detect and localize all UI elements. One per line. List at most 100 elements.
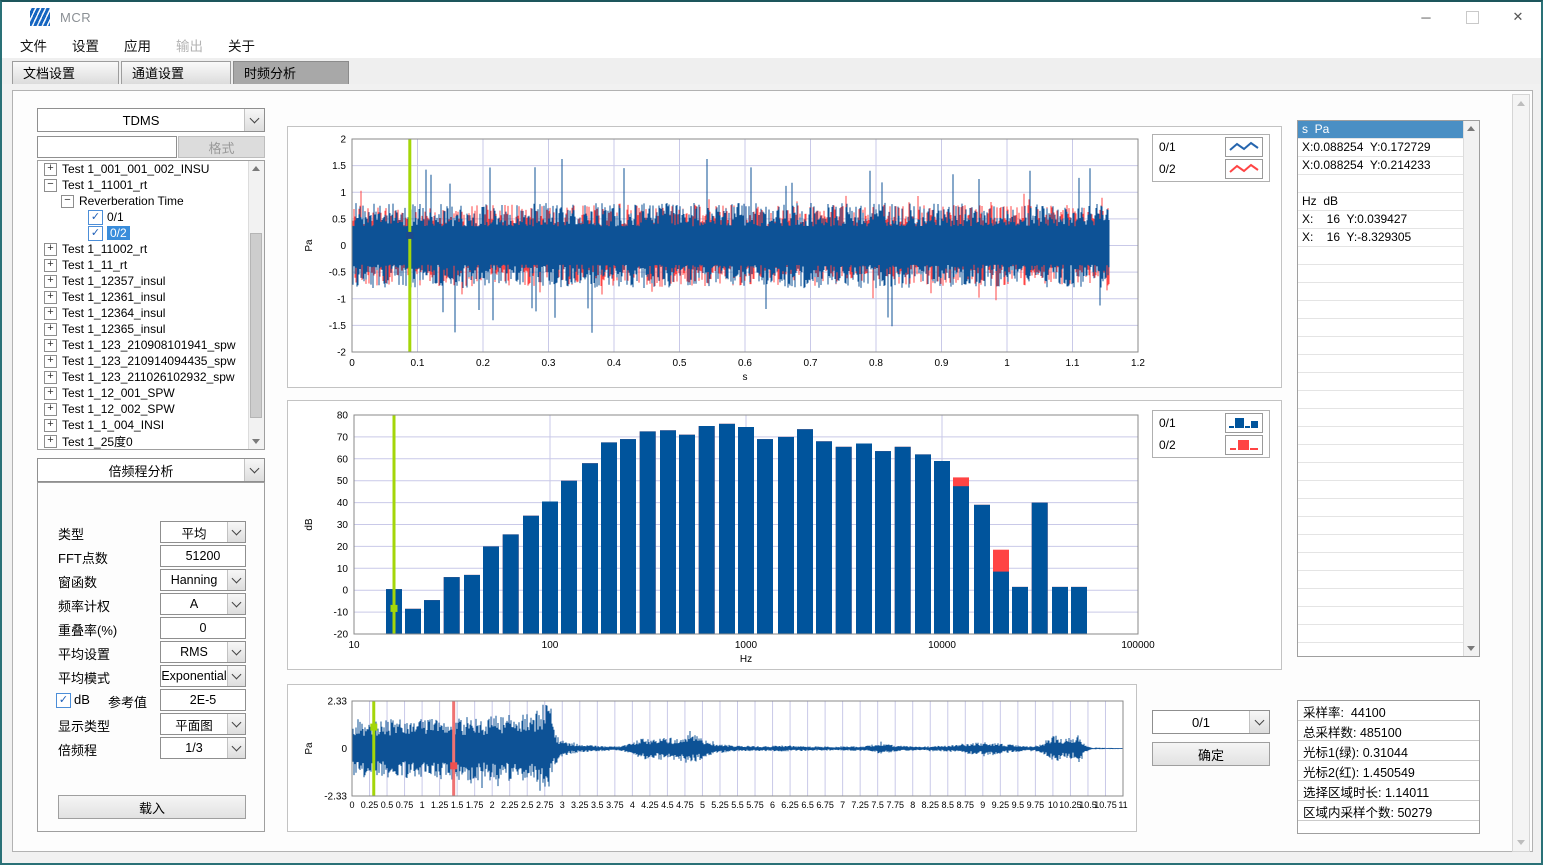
- reading-row-empty[interactable]: [1298, 283, 1464, 301]
- reading-row-empty[interactable]: [1298, 391, 1464, 409]
- tree-item-label[interactable]: Reverberation Time: [79, 194, 184, 208]
- tree-item[interactable]: + Test 1_123_211026102932_spw: [38, 369, 249, 385]
- expand-icon[interactable]: +: [44, 403, 57, 416]
- tree-item-label[interactable]: 0/2: [107, 226, 130, 240]
- display-type-select[interactable]: 平面图: [160, 713, 246, 735]
- menu-item-output[interactable]: 输出: [172, 33, 210, 57]
- db-reference-input[interactable]: 2E-5: [160, 689, 246, 711]
- expand-icon[interactable]: +: [44, 323, 57, 336]
- reading-row-empty[interactable]: [1298, 319, 1464, 337]
- octave-spectrum-chart[interactable]: 80706050403020100-10-2010100100010000100…: [288, 401, 1281, 669]
- tree-item[interactable]: −Reverberation Time: [38, 193, 249, 209]
- reading-row-empty[interactable]: [1298, 553, 1464, 571]
- reading-row-empty[interactable]: [1298, 427, 1464, 445]
- scroll-up-icon[interactable]: [249, 161, 263, 176]
- tree-item-label[interactable]: Test 1_12_001_SPW: [62, 386, 175, 400]
- reading-row[interactable]: s Pa: [1298, 121, 1464, 139]
- tree-item[interactable]: + Test 1_12_002_SPW: [38, 401, 249, 417]
- tree-item-label[interactable]: Test 1_12357_insul: [62, 274, 165, 288]
- expand-icon[interactable]: +: [44, 259, 57, 272]
- channel-checkbox[interactable]: ✓: [88, 210, 103, 225]
- tree-item-label[interactable]: Test 1_12361_insul: [62, 290, 165, 304]
- tab-document-settings[interactable]: 文档设置: [12, 61, 119, 84]
- time-waveform-chart[interactable]: 00.10.20.30.40.50.60.70.80.911.11.221.51…: [288, 127, 1281, 387]
- tree-item[interactable]: +Test 1_001_001_002_INSU: [38, 161, 249, 177]
- scroll-down-icon[interactable]: [1464, 641, 1478, 656]
- chevron-down-icon[interactable]: [244, 459, 264, 481]
- reading-row-empty[interactable]: [1298, 517, 1464, 535]
- menu-item-file[interactable]: 文件: [16, 33, 54, 57]
- reading-row-empty[interactable]: [1298, 265, 1464, 283]
- expand-icon[interactable]: +: [44, 307, 57, 320]
- collapse-icon[interactable]: −: [61, 195, 74, 208]
- overlap-input[interactable]: 0: [160, 617, 246, 639]
- tree-item[interactable]: + Test 1_12364_insul: [38, 305, 249, 321]
- reading-row-empty[interactable]: [1298, 337, 1464, 355]
- file-format-select[interactable]: TDMS: [37, 108, 265, 132]
- reading-row[interactable]: Hz dB: [1298, 193, 1464, 211]
- tree-item-label[interactable]: Test 1_123_211026102932_spw: [62, 370, 235, 384]
- window-function-select[interactable]: Hanning: [160, 569, 246, 591]
- tree-item[interactable]: +Test 1_1_004_INSI: [38, 417, 249, 433]
- average-mode-select[interactable]: Exponential: [160, 665, 246, 687]
- expand-icon[interactable]: +: [44, 339, 57, 352]
- record-overview-chart[interactable]: 00.250.50.7511.251.51.7522.252.52.7533.2…: [288, 685, 1136, 831]
- analysis-type-select[interactable]: 倍频程分析: [37, 458, 265, 482]
- tree-item[interactable]: +Test 1_123_210914094435_spw: [38, 353, 249, 369]
- fft-points-input[interactable]: 51200: [160, 545, 246, 567]
- type-select[interactable]: 平均: [160, 521, 246, 543]
- chevron-down-icon[interactable]: [244, 109, 264, 131]
- load-button[interactable]: 载入: [58, 795, 246, 819]
- tree-filter-input[interactable]: [37, 136, 177, 158]
- scroll-down-icon[interactable]: [1514, 835, 1528, 850]
- tree-item-label[interactable]: Test 1_1_004_INSI: [62, 418, 164, 432]
- reading-row-empty[interactable]: [1298, 643, 1464, 656]
- frequency-weighting-select[interactable]: A: [160, 593, 246, 615]
- reading-row-empty[interactable]: [1298, 463, 1464, 481]
- reading-row-empty[interactable]: [1298, 481, 1464, 499]
- reading-row[interactable]: X:0.088254 Y:0.214233: [1298, 157, 1464, 175]
- tree-scrollbar[interactable]: [248, 161, 264, 449]
- reading-row-empty[interactable]: [1298, 445, 1464, 463]
- tree-item[interactable]: +Test 1_12361_insul: [38, 289, 249, 305]
- reading-row-empty[interactable]: [1298, 247, 1464, 265]
- tree-item[interactable]: + Test 1_12_001_SPW: [38, 385, 249, 401]
- reading-row-empty[interactable]: [1298, 571, 1464, 589]
- tree-item-label[interactable]: Test 1_11_rt: [62, 258, 127, 272]
- menu-item-settings[interactable]: 设置: [68, 33, 106, 57]
- collapse-icon[interactable]: −: [44, 179, 57, 192]
- tree-item-label[interactable]: Test 1_12365_insul: [62, 322, 165, 336]
- scrollbar-thumb[interactable]: [250, 233, 262, 418]
- tree-item-label[interactable]: Test 1_123_210908101941_spw: [62, 338, 235, 352]
- tree-item-label[interactable]: Test 1_11002_rt: [62, 242, 147, 256]
- tree-item-label[interactable]: Test 1_25度0: [62, 433, 133, 450]
- reading-row-empty[interactable]: [1298, 499, 1464, 517]
- main-scrollbar[interactable]: [1512, 94, 1530, 852]
- tree-item-label[interactable]: Test 1_12_002_SPW: [62, 402, 175, 416]
- tree-item[interactable]: +Test 1_12357_insul: [38, 273, 249, 289]
- tree-item[interactable]: + Test 1_11002_rt: [38, 241, 249, 257]
- chevron-down-icon[interactable]: [1249, 711, 1269, 733]
- reading-row-empty[interactable]: [1298, 625, 1464, 643]
- reading-row[interactable]: [1298, 175, 1464, 193]
- readings-scrollbar[interactable]: [1463, 121, 1479, 656]
- scroll-up-icon[interactable]: [1514, 96, 1528, 111]
- expand-icon[interactable]: +: [44, 163, 57, 176]
- tree-item-label[interactable]: Test 1_12364_insul: [62, 306, 165, 320]
- reading-row-empty[interactable]: [1298, 373, 1464, 391]
- expand-icon[interactable]: +: [44, 371, 57, 384]
- scroll-up-icon[interactable]: [1464, 121, 1478, 136]
- reading-row-empty[interactable]: [1298, 535, 1464, 553]
- minimize-button[interactable]: ─: [1403, 2, 1449, 32]
- channel-select[interactable]: 0/1: [1152, 710, 1270, 734]
- tree-item[interactable]: + Test 1_123_210908101941_spw: [38, 337, 249, 353]
- tab-time-frequency-analysis[interactable]: 时频分析: [233, 61, 349, 84]
- reading-row-empty[interactable]: [1298, 607, 1464, 625]
- tree-item[interactable]: +Test 1_25度0: [38, 433, 249, 449]
- menu-item-application[interactable]: 应用: [120, 33, 158, 57]
- reading-row-empty[interactable]: [1298, 409, 1464, 427]
- db-checkbox[interactable]: ✓: [56, 693, 71, 708]
- scroll-down-icon[interactable]: [249, 434, 263, 449]
- expand-icon[interactable]: +: [44, 387, 57, 400]
- expand-icon[interactable]: +: [44, 243, 57, 256]
